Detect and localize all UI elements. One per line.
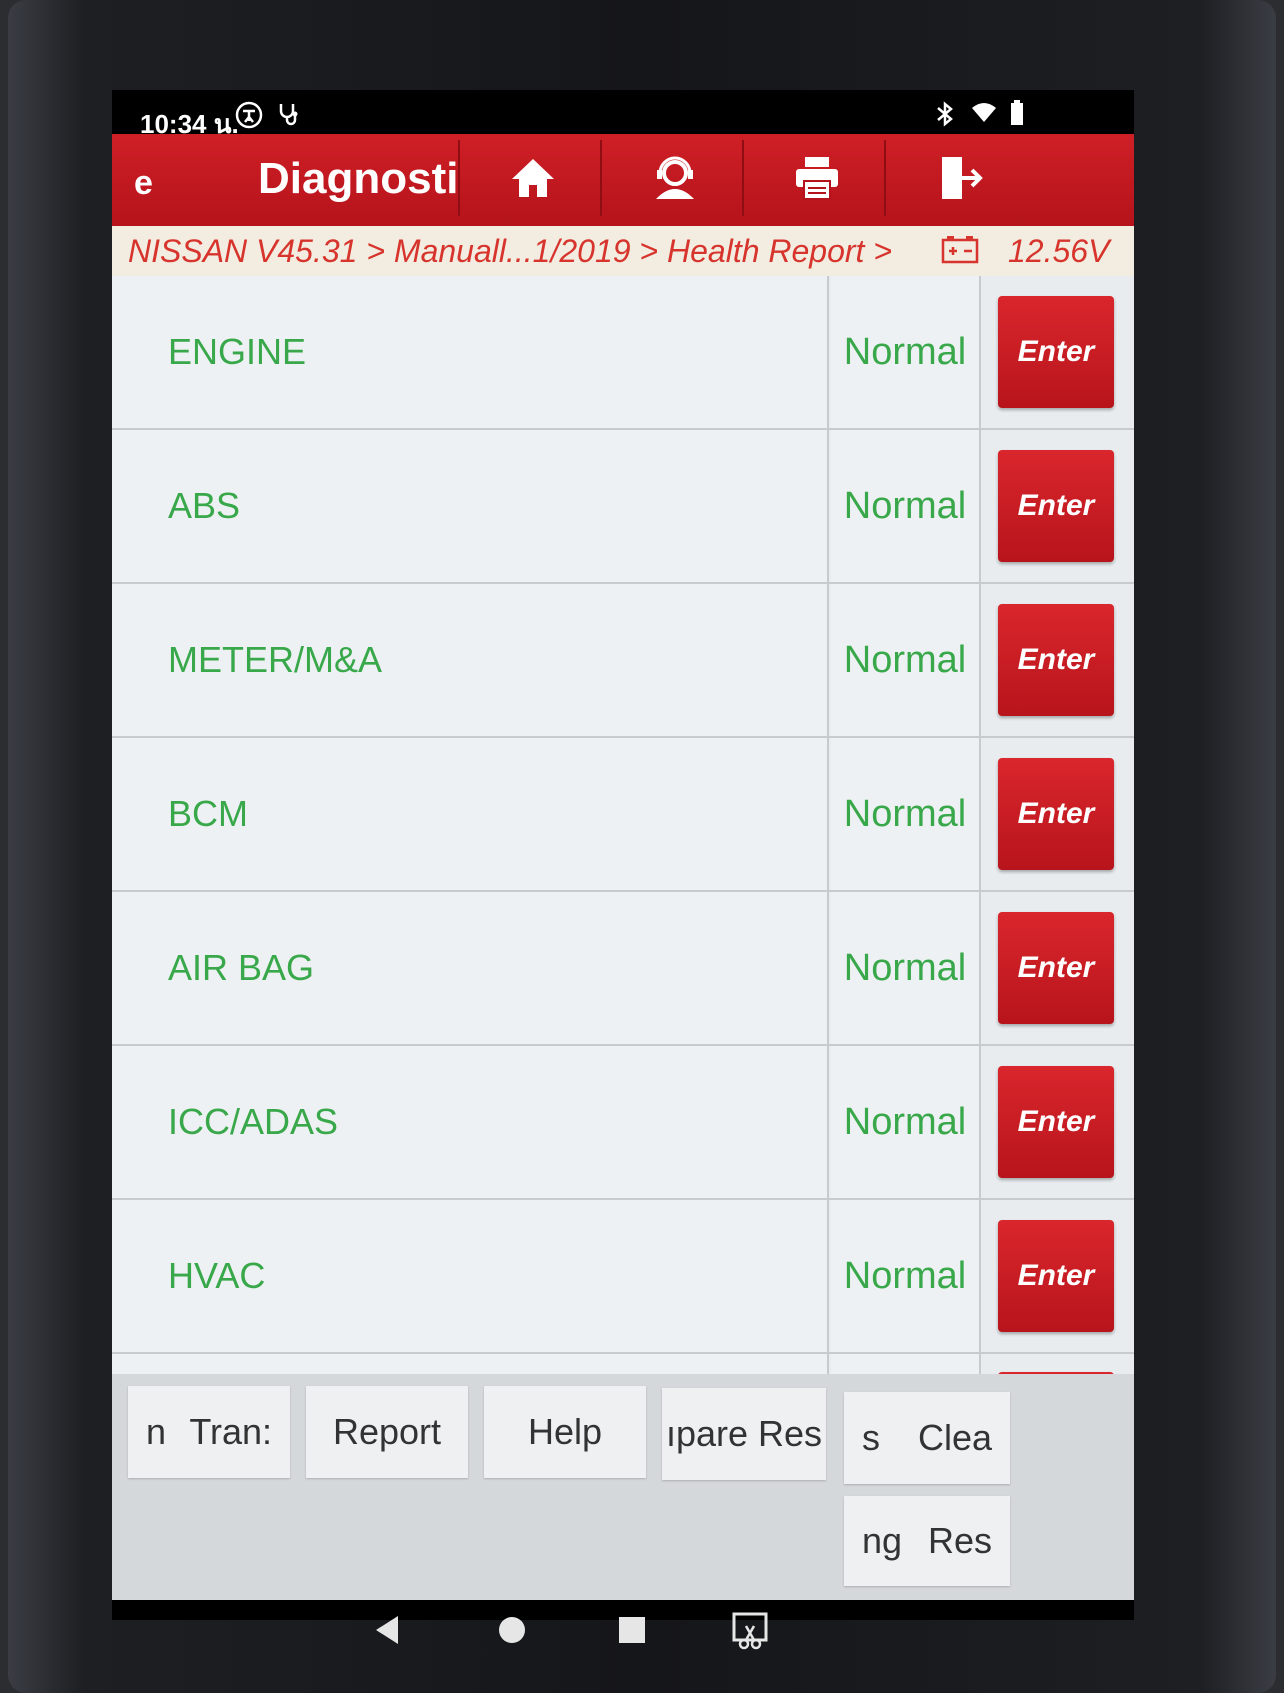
system-status: Normal [831,1200,981,1352]
system-name: ABS [112,430,829,582]
app-header: e Diagnosti [112,134,1134,226]
home-button[interactable] [458,140,606,216]
car-battery-icon [941,236,979,264]
bottom-action-bar: n Tran: Report Help ıpare Res s Clea ng … [112,1374,1134,1600]
battery-icon [1010,100,1024,133]
translate-button[interactable]: n Tran: [128,1386,290,1478]
home-nav-icon[interactable] [482,1600,542,1660]
system-name: HVAC [112,1200,829,1352]
screenshot-icon[interactable] [720,1600,780,1660]
system-name: ENGINE [112,276,829,428]
system-status: Normal [831,584,981,736]
system-status: Normal [831,892,981,1044]
header-left-text[interactable]: e [134,164,153,203]
recents-icon[interactable] [602,1600,662,1660]
print-button[interactable] [742,140,890,216]
table-row: ENGINE Normal Enter [112,276,1134,430]
system-name: AIR BAG [112,892,829,1044]
enter-button[interactable]: Enter [998,1066,1114,1178]
reset-button-label-a: ng [862,1520,903,1561]
table-row: HVAC Normal Enter [112,1200,1134,1354]
support-button[interactable] [600,140,748,216]
table-row: BCM Normal Enter [112,738,1134,892]
system-list: ENGINE Normal Enter ABS Normal Enter MET… [112,276,1134,1412]
translate-button-label-a: n [146,1411,167,1452]
system-status: Normal [831,430,981,582]
report-button[interactable]: Report [306,1386,468,1478]
help-button[interactable]: Help [484,1386,646,1478]
clear-button-label-a: s [862,1417,880,1458]
clear-button[interactable]: s Clea [844,1392,1010,1484]
enter-button[interactable]: Enter [998,758,1114,870]
clear-button-label-b: Clea [917,1417,992,1458]
diagnostic-icon [276,100,302,133]
back-icon[interactable] [358,1600,418,1660]
support-agent-icon [656,156,694,199]
table-row: AIR BAG Normal Enter [112,892,1134,1046]
system-name: ICC/ADAS [112,1046,829,1198]
table-row: METER/M&A Normal Enter [112,584,1134,738]
system-name: BCM [112,738,829,890]
status-bar: 10:34 น. [112,90,1134,139]
reset-button[interactable]: ng Res [844,1496,1010,1586]
exit-icon [942,157,983,199]
accessibility-icon [234,100,264,137]
enter-button[interactable]: Enter [998,296,1114,408]
enter-button[interactable]: Enter [998,450,1114,562]
bluetooth-icon [934,100,956,135]
home-icon [512,159,554,197]
translate-button-label-b: Tran: [189,1411,272,1452]
wifi-icon [970,100,998,133]
battery-voltage: 12.56V [1008,232,1110,269]
android-nav-bar [112,1600,1134,1670]
exit-button[interactable] [884,140,1032,216]
breadcrumb: NISSAN V45.31 > Manuall...1/2019 > Healt… [112,226,1134,276]
table-row: ICC/ADAS Normal Enter [112,1046,1134,1200]
table-row: ABS Normal Enter [112,430,1134,584]
enter-button[interactable]: Enter [998,604,1114,716]
system-status: Normal [831,1046,981,1198]
system-status: Normal [831,738,981,890]
enter-button[interactable]: Enter [998,912,1114,1024]
system-name: METER/M&A [112,584,829,736]
tablet-screen: 10:34 น. e Diagnosti NISSAN V45.31 > Man… [112,90,1134,1620]
page-title: Diagnosti [258,154,459,203]
breadcrumb-path[interactable]: NISSAN V45.31 > Manuall...1/2019 > Healt… [128,233,892,270]
print-icon [796,157,838,200]
compare-result-button[interactable]: ıpare Res [662,1388,826,1480]
system-status: Normal [831,276,981,428]
enter-button[interactable]: Enter [998,1220,1114,1332]
reset-button-label-b: Res [927,1520,992,1561]
